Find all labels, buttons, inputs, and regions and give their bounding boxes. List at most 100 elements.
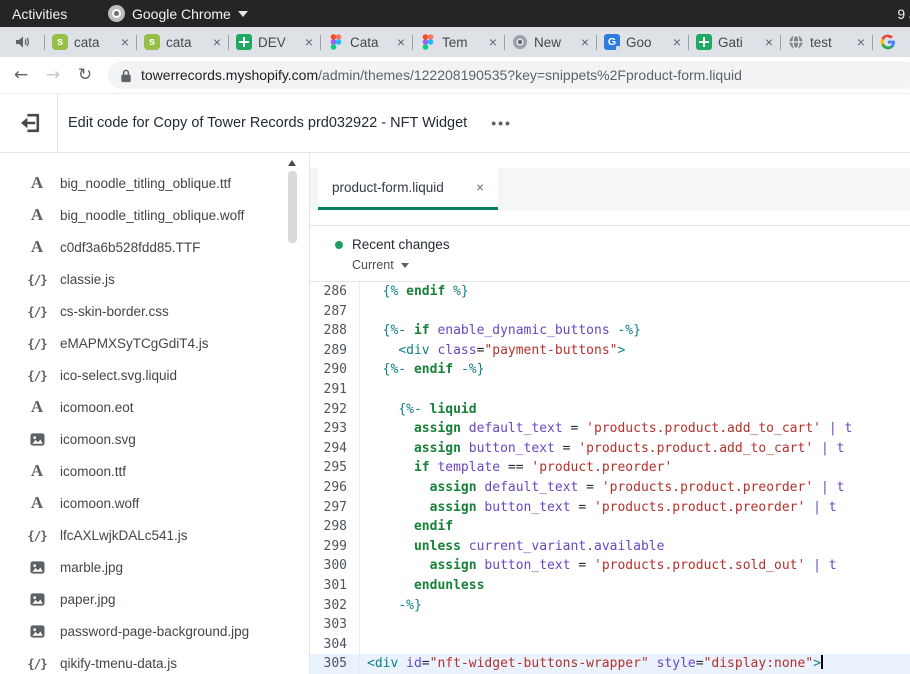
code-line-288[interactable]: 288 {%- if enable_dynamic_buttons -%} [310, 321, 910, 341]
activities-button[interactable]: Activities [12, 6, 67, 22]
browser-tab[interactable]: Cata× [321, 27, 412, 57]
file-tab-close-icon[interactable]: × [476, 180, 484, 195]
code-text: {%- if enable_dynamic_buttons -%} [360, 321, 641, 341]
code-line-287[interactable]: 287 [310, 302, 910, 322]
tab-close-icon[interactable]: × [857, 35, 865, 49]
address-bar[interactable]: towerrecords.myshopify.com/admin/themes/… [108, 61, 910, 89]
url-text[interactable]: towerrecords.myshopify.com/admin/themes/… [141, 67, 742, 83]
back-button[interactable]: ← [6, 60, 36, 90]
code-line-298[interactable]: 298 endif [310, 517, 910, 537]
file-item[interactable]: {/}eMAPMXSyTCgGdiT4.js [0, 327, 309, 359]
forward-button[interactable]: → [38, 60, 68, 90]
file-name: big_noodle_titling_oblique.ttf [60, 176, 231, 191]
exit-button[interactable] [17, 110, 43, 136]
browser-tab[interactable]: test × [781, 27, 872, 57]
file-item[interactable]: {/}classie.js [0, 263, 309, 295]
file-item[interactable]: {/} ico-select.svg.liquid [0, 359, 309, 391]
file-list: Abig_noodle_titling_oblique.ttfAbig_nood… [0, 153, 309, 674]
browser-tab[interactable]: Gati× [689, 27, 780, 57]
code-pane[interactable]: 286 {% endif %}287288 {%- if enable_dyna… [310, 282, 910, 674]
file-item[interactable]: marble.jpg [0, 551, 309, 583]
code-line-295[interactable]: 295 if template == 'product.preorder' [310, 458, 910, 478]
file-item-partial[interactable]: A [0, 153, 309, 164]
more-actions-button[interactable]: ••• [491, 115, 512, 131]
browser-tab[interactable]: scata× [137, 27, 228, 57]
code-line-299[interactable]: 299 unless current_variant.available [310, 537, 910, 557]
tab-close-icon[interactable]: × [765, 35, 773, 49]
browser-tab[interactable]: scata× [45, 27, 136, 57]
code-line-297[interactable]: 297 assign button_text = 'products.produ… [310, 498, 910, 518]
file-item[interactable]: {/}lfcAXLwjkDALc541.js [0, 519, 309, 551]
code-line-300[interactable]: 300 assign button_text = 'products.produ… [310, 556, 910, 576]
tab-close-icon[interactable]: × [121, 35, 129, 49]
sheets-favicon [236, 34, 252, 50]
line-number: 304 [310, 635, 360, 655]
code-line-296[interactable]: 296 assign default_text = 'products.prod… [310, 478, 910, 498]
file-item[interactable]: Aicomoon.ttf [0, 455, 309, 487]
file-name: ico-select.svg.liquid [60, 368, 177, 383]
code-line-290[interactable]: 290 {%- endif -%} [310, 360, 910, 380]
file-item[interactable]: Abig_noodle_titling_oblique.woff [0, 199, 309, 231]
file-item[interactable]: {/}qikify-tmenu-data.js [0, 647, 309, 674]
file-item[interactable]: icomoon.svg [0, 423, 309, 455]
code-line-301[interactable]: 301 endunless [310, 576, 910, 596]
file-item[interactable]: paper.jpg [0, 583, 309, 615]
browser-tab-title: DEV [258, 35, 299, 50]
browser-tab-title: Tem [442, 35, 483, 50]
tab-close-icon[interactable]: × [397, 35, 405, 49]
code-line-302[interactable]: 302 -%} [310, 596, 910, 616]
version-dropdown[interactable]: Current [352, 258, 910, 272]
code-line-289[interactable]: 289 <div class="payment-buttons"> [310, 341, 910, 361]
code-line-292[interactable]: 292 {%- liquid [310, 400, 910, 420]
browser-tab[interactable]: Tem × [413, 27, 504, 57]
tab-close-icon[interactable]: × [305, 35, 313, 49]
scroll-up-icon[interactable] [288, 160, 296, 166]
code-line-305[interactable]: 305<div id="nft-widget-buttons-wrapper" … [310, 654, 910, 674]
line-number: 291 [310, 380, 360, 400]
code-line-304[interactable]: 304 [310, 635, 910, 655]
line-number: 300 [310, 556, 360, 576]
code-text [360, 615, 367, 635]
file-name: marble.jpg [60, 560, 123, 575]
os-top-bar: Activities Google Chrome 9 J [0, 0, 910, 27]
file-item[interactable]: {/}cs-skin-border.css [0, 295, 309, 327]
line-number: 296 [310, 478, 360, 498]
tab-close-icon[interactable]: × [213, 35, 221, 49]
file-item[interactable]: password-page-background.jpg [0, 615, 309, 647]
main-area: A Abig_noodle_titling_oblique.ttfAbig_no… [0, 153, 910, 674]
file-item[interactable]: Aicomoon.woff [0, 487, 309, 519]
tab-close-icon[interactable]: × [673, 35, 681, 49]
file-tab-product-form[interactable]: product-form.liquid × [318, 168, 498, 210]
file-item[interactable]: Aicomoon.eot [0, 391, 309, 423]
code-line-286[interactable]: 286 {% endif %} [310, 282, 910, 302]
reload-button[interactable]: ↻ [70, 60, 100, 90]
code-file-icon: {/} [27, 368, 47, 383]
google-favicon [880, 34, 896, 50]
code-line-303[interactable]: 303 [310, 615, 910, 635]
clock[interactable]: 9 J [897, 6, 910, 22]
sidebar-scrollbar[interactable] [286, 157, 298, 670]
browser-tab[interactable]: DEV × [229, 27, 320, 57]
file-name: qikify-tmenu-data.js [60, 656, 177, 671]
browser-tab[interactable]: New× [505, 27, 596, 57]
browser-tab[interactable]: GGoo× [597, 27, 688, 57]
line-number: 305 [310, 654, 360, 674]
lock-icon[interactable] [120, 68, 132, 83]
exit-icon [17, 110, 43, 136]
code-line-294[interactable]: 294 assign button_text = 'products.produ… [310, 439, 910, 459]
browser-tab-title: test [810, 35, 851, 50]
code-line-293[interactable]: 293 assign default_text = 'products.prod… [310, 419, 910, 439]
browser-tab[interactable] [873, 27, 910, 57]
tab-close-icon[interactable]: × [489, 35, 497, 49]
code-line-291[interactable]: 291 [310, 380, 910, 400]
editor-gap [310, 153, 910, 168]
file-name: big_noodle_titling_oblique.woff [60, 208, 244, 223]
tab-audio-icon[interactable] [0, 27, 44, 57]
code-editor: product-form.liquid × Recent changes Cur… [310, 153, 910, 674]
file-item[interactable]: Abig_noodle_titling_oblique.ttf [0, 167, 309, 199]
file-item[interactable]: Ac0df3a6b528fdd85.TTF [0, 231, 309, 263]
app-menu[interactable]: Google Chrome [108, 5, 248, 22]
tab-close-icon[interactable]: × [581, 35, 589, 49]
scrollbar-thumb[interactable] [288, 171, 297, 243]
code-text [360, 380, 367, 400]
